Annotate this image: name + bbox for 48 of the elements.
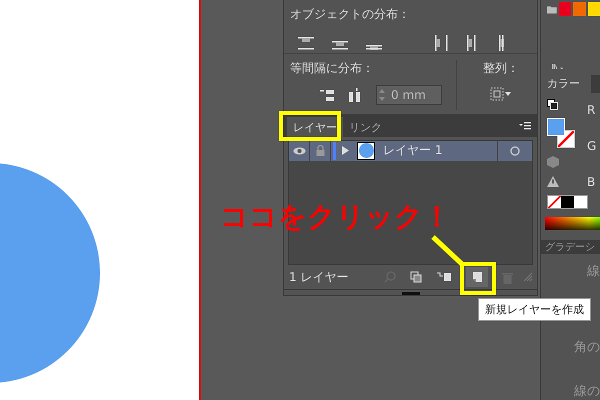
distribute-vertical-icon[interactable] [296, 36, 316, 50]
panel-tab[interactable]: リンク [343, 116, 388, 137]
annotation-text: ココをクリック！ [220, 199, 451, 235]
swatch[interactable] [561, 196, 574, 208]
channel-label: B [587, 175, 596, 190]
cube-icon [547, 156, 559, 168]
none-swatch[interactable] [548, 196, 561, 208]
spacing-input-field[interactable]: 0 mm [376, 85, 442, 106]
folder-icon[interactable] [547, 4, 557, 14]
warning-icon [547, 176, 559, 188]
stroke-label: 線 [587, 263, 600, 280]
clipping-mask-icon[interactable] [410, 271, 422, 284]
highlight-frame [460, 262, 496, 295]
highlight-frame [279, 111, 341, 141]
section-title: オブジェクトの分布： [290, 7, 410, 21]
stroke-label: 角の [574, 339, 600, 356]
swatch[interactable] [573, 2, 586, 16]
panel-menu-icon[interactable] [519, 122, 531, 130]
align-to-dropdown-icon[interactable] [490, 87, 512, 102]
fill-stroke-swatch[interactable] [547, 118, 577, 148]
drag-handle-icon[interactable] [402, 292, 420, 295]
expand-triangle-icon[interactable] [342, 146, 349, 156]
layer-count: 1 レイヤー [289, 268, 348, 286]
layer-row[interactable]: レイヤー 1 [289, 140, 532, 161]
target-circle-icon[interactable] [510, 146, 520, 156]
swatch[interactable] [588, 2, 600, 16]
swatch[interactable] [574, 196, 587, 208]
new-layer-button[interactable] [466, 267, 488, 288]
section-title: 等間隔に分布： [290, 60, 375, 78]
resize-grip-icon[interactable] [523, 272, 533, 282]
layer-name[interactable]: レイヤー 1 [383, 142, 497, 160]
vertical-spacing-icon[interactable] [320, 88, 334, 102]
distribute-horizontal-icon[interactable] [434, 33, 448, 53]
horizontal-spacing-icon[interactable] [348, 88, 362, 102]
swatch[interactable] [558, 2, 572, 16]
channel-label: G [587, 139, 596, 154]
panel-tab[interactable]: レイヤー [287, 116, 343, 137]
tooltip: 新規レイヤーを作成 [478, 298, 591, 321]
sublayer-icon[interactable] [436, 271, 452, 284]
new-layer-icon [471, 271, 483, 284]
eye-icon[interactable] [292, 146, 306, 155]
channel-label: R [587, 103, 596, 118]
color-spectrum[interactable] [545, 217, 600, 230]
stroke-label: 線の [574, 383, 600, 400]
color-panel-tab[interactable]: カラー [541, 75, 591, 94]
layer-thumbnail [357, 142, 375, 160]
default-colors-icon[interactable] [547, 99, 558, 110]
section-title: 整列： [483, 60, 519, 78]
